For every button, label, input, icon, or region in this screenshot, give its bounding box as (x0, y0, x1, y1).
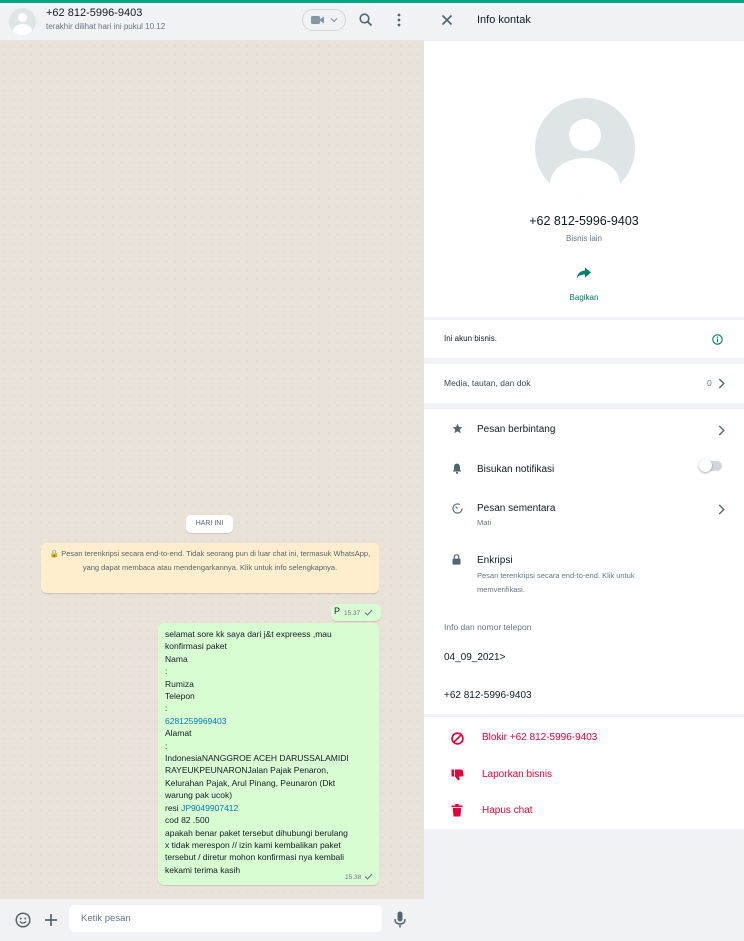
encryption-notice[interactable]: 🔒 Pesan terenkripsi secara end-to-end. T… (41, 543, 379, 593)
message-line: Kelurahan Pajak, Arul Pinang, Peunaron (… (165, 777, 336, 788)
resi-link[interactable]: JP9049907412 (181, 803, 238, 813)
chevron-right-icon (718, 378, 725, 389)
message-line: RAYEUKPEUNARONJalan Pajak Penaron, (165, 765, 329, 776)
message-time: 15.37 (344, 610, 361, 617)
panel-title: Info kontak (477, 14, 531, 26)
report-label: Laporkan bisnis (482, 769, 553, 780)
message-text: selamat sore kk saya dari j&t expreess ,… (165, 628, 377, 876)
message-line: Nama (165, 653, 188, 664)
message-line: warung pak ucok) (165, 790, 233, 801)
encryption-desc: Pesan terenkripsi secara end-to-end. Kli… (477, 571, 635, 580)
actions-card: Blokir +62 812-5996-9403 Laporkan bisnis… (424, 717, 744, 829)
info-header: Info kontak (424, 3, 744, 41)
message-area[interactable]: HARI INI 🔒 Pesan terenkripsi secara end-… (0, 41, 424, 899)
delete-label: Hapus chat (482, 805, 533, 816)
video-call-button[interactable] (302, 9, 346, 31)
date-chip: HARI INI (186, 515, 233, 533)
mute-toggle[interactable] (699, 459, 722, 472)
timer-icon (452, 503, 463, 514)
close-icon[interactable] (441, 14, 453, 26)
message-line: konfirmasi paket (165, 641, 227, 652)
contact-info-panel: Info kontak +62 812-5996-9403 Bisnis lai… (424, 3, 744, 941)
media-count: 0 (707, 378, 712, 388)
lock-icon (452, 554, 461, 565)
disappearing-value: Mati (477, 518, 492, 527)
message-text: P (334, 606, 341, 616)
outgoing-message[interactable]: P 15.37 (331, 604, 381, 621)
message-line: Telepon (165, 691, 195, 702)
bell-icon (452, 463, 462, 474)
thumbs-down-icon (451, 769, 464, 781)
profile-photo[interactable] (535, 98, 635, 198)
message-line: selamat sore kk saya dari j&t expreess ,… (165, 629, 332, 639)
message-time: 15.38 (345, 874, 362, 881)
chevron-down-icon (330, 18, 338, 23)
single-tick-icon (364, 609, 373, 616)
message-line: Rumiza (165, 678, 194, 689)
composer-bar (0, 899, 424, 941)
media-label: Media, tautan, dan dok (444, 378, 531, 388)
business-note-text: Ini akun bisnis. (444, 334, 497, 343)
message-line: : (165, 666, 168, 677)
profile-card: +62 812-5996-9403 Bisnis lain Bagikan (424, 41, 744, 317)
trash-icon (451, 804, 463, 817)
message-line: : (165, 740, 168, 751)
chat-header[interactable]: +62 812-5996-9403 terakhir dilihat hari … (0, 3, 424, 41)
phone-link[interactable]: 6281259969403 (165, 715, 377, 727)
contact-avatar[interactable] (9, 8, 36, 35)
message-input[interactable] (69, 905, 382, 932)
info-icon[interactable] (712, 334, 723, 345)
plus-icon[interactable] (44, 913, 58, 927)
contact-name[interactable]: +62 812-5996-9403 (46, 7, 142, 19)
message-line: x tidak merespon // izin kami kembalikan… (165, 839, 341, 850)
chevron-right-icon (718, 504, 725, 515)
message-line: tersebut / diretur mohon konfirmasi nya … (165, 852, 345, 863)
single-tick-icon (364, 873, 373, 880)
mic-icon[interactable] (394, 911, 406, 928)
encryption-desc: memverifikasi. (477, 585, 525, 594)
share-button[interactable]: Bagikan (424, 293, 744, 302)
video-icon (311, 16, 324, 24)
message-input-box[interactable] (69, 905, 382, 932)
chevron-right-icon (718, 425, 725, 436)
last-seen-status: terakhir dilihat hari ini pukul 10.12 (46, 22, 166, 31)
media-row[interactable]: Media, tautan, dan dok 0 (424, 364, 744, 403)
message-line: resi JP9049907412 (165, 802, 239, 813)
share-icon[interactable] (576, 267, 592, 279)
profile-category: Bisnis lain (565, 234, 602, 243)
starred-label: Pesan berbintang (477, 424, 556, 435)
chat-pane: +62 812-5996-9403 terakhir dilihat hari … (0, 3, 424, 941)
encryption-label: Enkripsi (477, 555, 513, 566)
search-icon[interactable] (359, 13, 373, 27)
message-line: cod 82 .500 (165, 815, 210, 826)
menu-icon[interactable] (396, 13, 402, 27)
emoji-icon[interactable] (15, 912, 31, 928)
message-line: IndonesiaNANGGROE ACEH DARUSSALAMIDI (165, 753, 349, 764)
message-line: : (165, 703, 168, 714)
message-line: Alamat (165, 728, 192, 739)
block-icon (451, 732, 464, 745)
profile-name: +62 812-5996-9403 (529, 214, 639, 228)
phone-number[interactable]: +62 812-5996-9403 (444, 690, 532, 701)
block-label: Blokir +62 812-5996-9403 (482, 732, 598, 743)
about-section-title: Info dan nomor telepon (444, 622, 532, 632)
settings-card: Pesan berbintang Bisukan notifikasi Pesa… (424, 409, 744, 714)
disappearing-label: Pesan sementara (477, 503, 556, 514)
message-line: apakah benar paket tersebut dihubungi be… (165, 827, 348, 838)
business-notice[interactable]: Ini akun bisnis. (424, 320, 744, 358)
about-text: 04_09_2021> (444, 652, 506, 663)
star-icon (452, 423, 463, 434)
mute-label: Bisukan notifikasi (477, 464, 555, 475)
outgoing-message[interactable]: selamat sore kk saya dari j&t expreess ,… (158, 623, 379, 885)
